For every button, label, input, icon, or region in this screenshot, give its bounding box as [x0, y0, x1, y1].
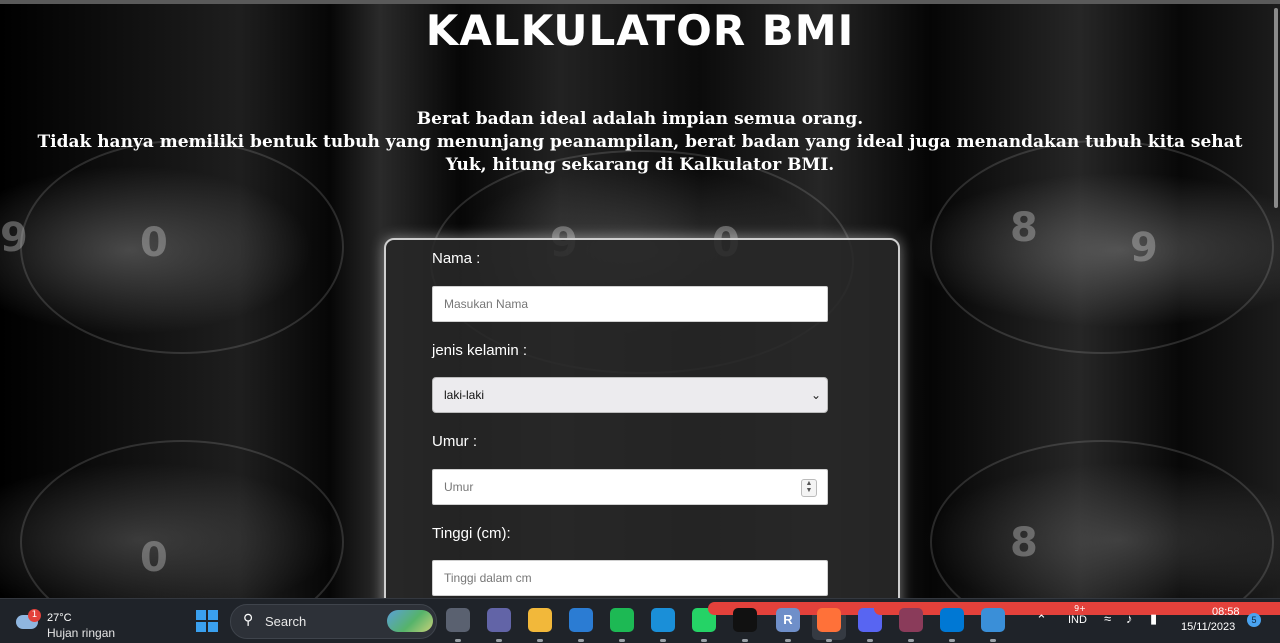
age-input[interactable]: Umur ▲ ▼: [432, 469, 828, 505]
r-app-icon[interactable]: R: [776, 608, 800, 632]
page-title: KALKULATOR BMI: [425, 6, 855, 55]
photos-icon[interactable]: [981, 608, 1005, 632]
intro-line-3: Yuk, hitung sekarang di Kalkulator BMI.: [445, 155, 835, 175]
weather-condition: Hujan ringan: [47, 626, 116, 640]
name-placeholder: Masukan Nama: [444, 297, 529, 311]
meet-chat-icon[interactable]: [487, 608, 511, 632]
winrar-icon[interactable]: [899, 608, 923, 632]
age-label: Umur :: [432, 433, 477, 450]
weather-temperature: 27°C: [47, 612, 72, 624]
height-label: Tinggi (cm):: [432, 525, 511, 542]
intro-text: Berat badan ideal adalah impian semua or…: [0, 108, 1280, 177]
weather-widget[interactable]: 1 27°C Hujan ringan: [16, 605, 126, 640]
weather-badge: 1: [28, 609, 41, 622]
spotify-icon[interactable]: [610, 608, 634, 632]
gender-label: jenis kelamin :: [432, 342, 528, 359]
task-view-icon[interactable]: [446, 608, 470, 632]
height-placeholder: Tinggi dalam cm: [444, 571, 532, 585]
chevron-down-icon: ⌄: [810, 388, 821, 402]
name-label: Nama :: [432, 250, 481, 267]
notification-badge[interactable]: 5: [1247, 613, 1261, 627]
battery-icon[interactable]: ▮: [1150, 611, 1157, 627]
height-input[interactable]: Tinggi dalam cm: [432, 560, 828, 596]
search-highlight-image: [387, 610, 433, 632]
intro-line-2: Tidak hanya memiliki bentuk tubuh yang m…: [37, 132, 1243, 152]
microsoft-store-icon[interactable]: [569, 608, 593, 632]
vscode-icon[interactable]: [940, 608, 964, 632]
bmi-form-card: Nama : Masukan Nama jenis kelamin : laki…: [384, 238, 900, 622]
intro-line-1: Berat badan ideal adalah impian semua or…: [416, 109, 864, 129]
windows-start-icon[interactable]: [196, 610, 218, 632]
firefox-icon[interactable]: [817, 608, 841, 632]
windows-taskbar: 1 27°C Hujan ringan ⚲ Search 8R9+ ⌃ IND …: [0, 598, 1280, 643]
file-explorer-icon[interactable]: [528, 608, 552, 632]
edge-icon[interactable]: [651, 608, 675, 632]
search-label: Search: [265, 614, 307, 629]
gender-selected-value: laki-laki: [444, 388, 485, 402]
browser-top-border: [0, 0, 1280, 4]
age-placeholder: Umur: [444, 480, 474, 494]
search-icon: ⚲: [243, 612, 254, 628]
gender-select[interactable]: laki-laki ⌄: [432, 377, 828, 413]
taskbar-search[interactable]: ⚲ Search: [230, 604, 437, 639]
chevron-up-icon[interactable]: ⌃: [1036, 612, 1047, 628]
number-spinner-icon[interactable]: ▲ ▼: [801, 479, 817, 497]
volume-icon[interactable]: ♪: [1126, 611, 1133, 626]
clock-time[interactable]: 08:58: [1212, 606, 1240, 618]
capcut-icon[interactable]: [733, 608, 757, 632]
name-input[interactable]: Masukan Nama: [432, 286, 828, 322]
language-indicator[interactable]: IND: [1068, 614, 1087, 626]
clock-date[interactable]: 15/11/2023: [1181, 621, 1235, 633]
wifi-icon[interactable]: ≈: [1104, 611, 1111, 626]
